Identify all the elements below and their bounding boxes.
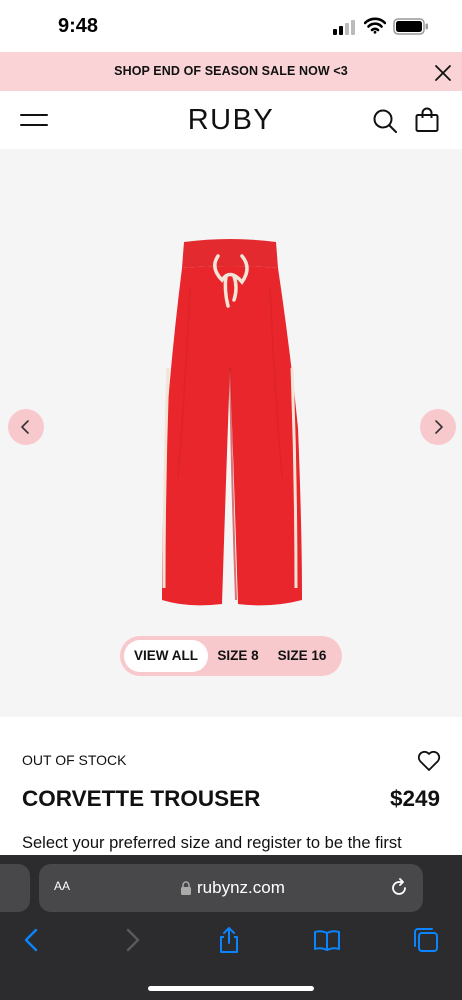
filter-size-16[interactable]: SIZE 16	[272, 640, 332, 672]
forward-button[interactable]	[118, 926, 146, 954]
battery-icon	[393, 18, 428, 35]
book-icon[interactable]	[313, 926, 341, 954]
product-image[interactable]	[130, 228, 330, 618]
promo-text[interactable]: SHOP END OF SEASON SALE NOW <3	[0, 64, 462, 78]
back-button[interactable]	[18, 926, 46, 954]
status-time: 9:48	[58, 15, 99, 37]
product-title: CORVETTE TROUSER	[22, 786, 261, 811]
lock-icon	[181, 881, 191, 895]
chevron-left-icon	[21, 420, 29, 434]
filter-size-8[interactable]: SIZE 8	[212, 640, 264, 672]
promo-banner: SHOP END OF SEASON SALE NOW <3	[0, 52, 462, 91]
tabs-icon[interactable]	[412, 926, 440, 954]
size-filter-group: VIEW ALL SIZE 8 SIZE 16	[120, 636, 342, 676]
filter-view-all[interactable]: VIEW ALL	[124, 640, 208, 672]
previous-image-button[interactable]	[8, 409, 44, 445]
home-indicator	[148, 986, 314, 991]
text-size-button[interactable]: AA	[54, 877, 70, 895]
signal-icon	[333, 19, 357, 35]
text-size-label: AA	[54, 879, 71, 893]
search-icon[interactable]	[372, 108, 398, 134]
previous-tab-peek[interactable]	[0, 864, 30, 912]
url-text[interactable]: rubynz.com	[197, 878, 285, 898]
wifi-icon	[364, 17, 386, 34]
product-description: Select your preferred size and register …	[22, 834, 402, 852]
share-icon[interactable]	[215, 926, 243, 954]
reload-icon[interactable]	[389, 878, 409, 898]
next-image-button[interactable]	[420, 409, 456, 445]
shopping-bag-icon[interactable]	[414, 107, 440, 133]
chevron-right-icon	[435, 420, 443, 434]
stock-status: OUT OF STOCK	[22, 752, 127, 768]
heart-icon[interactable]	[416, 748, 442, 774]
close-icon[interactable]	[432, 62, 454, 84]
product-price: $249	[389, 786, 440, 811]
